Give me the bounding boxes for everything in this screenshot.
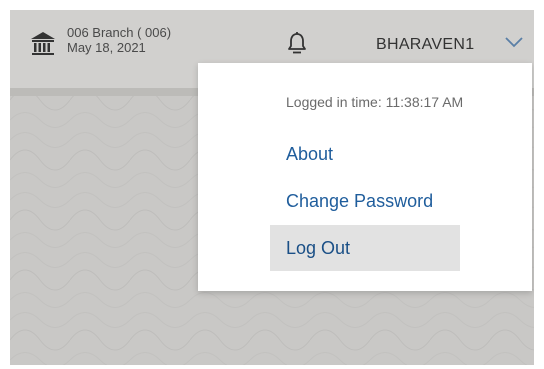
branch-name: 006 Branch ( 006) (67, 25, 172, 40)
menu-item-log-out[interactable]: Log Out (270, 225, 460, 271)
bank-icon (31, 32, 55, 55)
app-frame: 006 Branch ( 006) May 18, 2021 BHARAVEN1… (10, 10, 534, 365)
menu-item-change-password[interactable]: Change Password (270, 178, 460, 224)
chevron-down-icon[interactable] (504, 35, 524, 49)
branch-info: 006 Branch ( 006) May 18, 2021 (67, 25, 171, 55)
menu-item-about[interactable]: About (270, 131, 460, 177)
bell-icon[interactable] (286, 31, 308, 55)
user-menu-button[interactable]: BHARAVEN1 (376, 36, 474, 54)
user-dropdown-menu: Logged in time: 11:38:17 AM About Change… (198, 63, 532, 291)
logged-in-time: Logged in time: 11:38:17 AM (286, 94, 464, 110)
branch-date: May 18, 2021 (67, 40, 146, 55)
